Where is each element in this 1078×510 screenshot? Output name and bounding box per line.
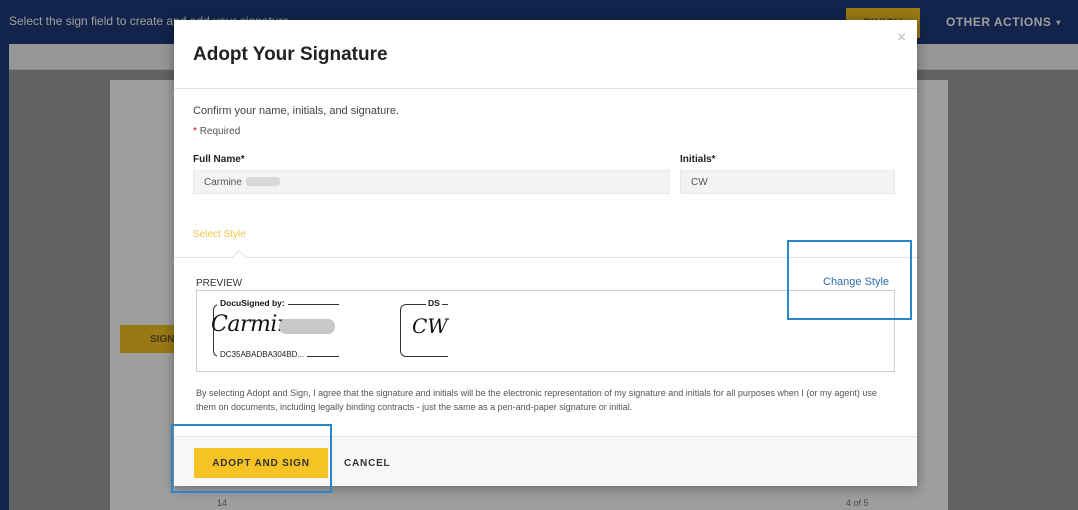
change-style-highlight xyxy=(787,240,912,320)
signature-envelope-id: DC35ABADBA304BD... xyxy=(217,350,308,359)
cancel-button[interactable]: CANCEL xyxy=(344,448,390,478)
full-name-input[interactable]: Carmine xyxy=(193,170,670,194)
active-tab-indicator xyxy=(231,249,247,265)
preview-label: PREVIEW xyxy=(196,278,243,289)
full-name-value: Carmine xyxy=(204,177,242,188)
redacted-signature xyxy=(279,319,335,334)
initials-header: DS xyxy=(426,298,442,308)
signature-header: DocuSigned by: xyxy=(217,298,288,308)
initials-script: CW xyxy=(412,314,448,338)
tab-select-style[interactable]: Select Style xyxy=(193,229,246,240)
required-label: Required xyxy=(199,126,241,137)
required-star: * xyxy=(193,126,197,137)
dialog-title: Adopt Your Signature xyxy=(193,44,388,65)
required-note: * Required xyxy=(193,126,240,137)
full-name-label: Full Name* xyxy=(193,154,245,165)
initials-input[interactable]: CW xyxy=(680,170,895,194)
divider xyxy=(174,88,917,89)
initials-label: Initials* xyxy=(680,154,716,165)
adopt-and-sign-highlight xyxy=(171,424,332,493)
redacted-surname xyxy=(245,177,280,186)
legal-disclosure: By selecting Adopt and Sign, I agree tha… xyxy=(196,388,877,412)
close-icon[interactable]: × xyxy=(896,30,907,45)
instructions-text: Confirm your name, initials, and signatu… xyxy=(193,105,400,117)
